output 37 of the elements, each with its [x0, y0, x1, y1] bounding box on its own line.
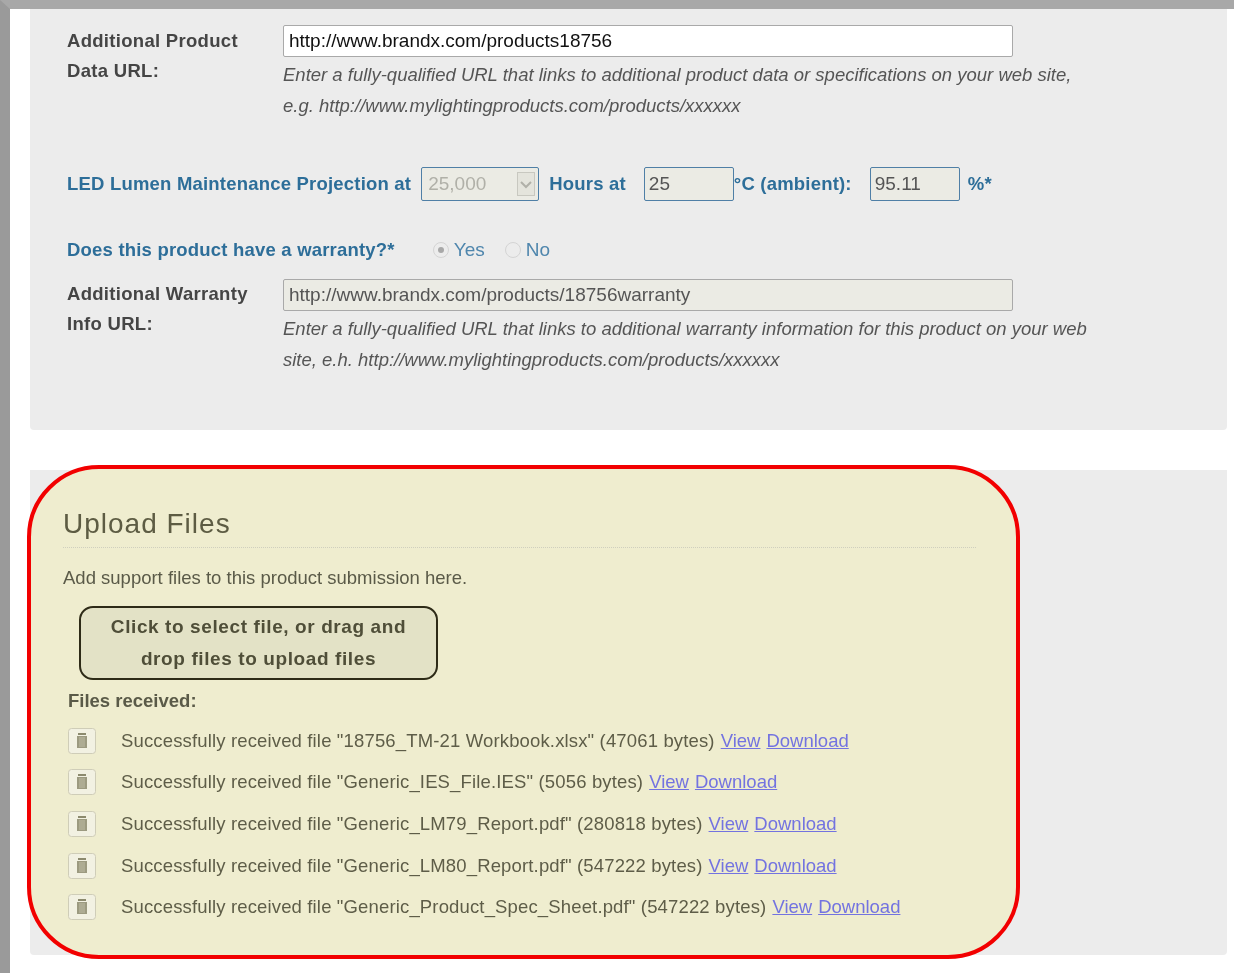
field-label: Additional Warranty Info URL:	[67, 282, 249, 336]
section-title: Upload Files	[63, 507, 231, 541]
trash-icon[interactable]	[68, 894, 96, 921]
file-status-text: Successfully received file "Generic_LM79_Report.pdf" (280818 bytes)	[121, 813, 703, 835]
trash-icon[interactable]	[68, 727, 96, 754]
file-link[interactable]: View	[708, 813, 749, 835]
field-label: %*	[967, 173, 992, 195]
file-link[interactable]: Download	[818, 896, 901, 919]
file-link[interactable]: Download	[694, 771, 778, 794]
files-heading: Files received:	[68, 690, 197, 712]
file-link[interactable]: Download	[754, 813, 837, 835]
file-status-text: Successfully received file "18756_TM-21 Workbook.xlsx" (47061 bytes)	[121, 729, 715, 752]
file-link[interactable]: View	[772, 896, 813, 919]
file-link[interactable]: View	[720, 729, 761, 752]
field-label: LED Lumen Maintenance Projection at	[67, 173, 412, 195]
file-link[interactable]: Download	[766, 729, 849, 752]
upload-button[interactable]: Click to select file, or drag and drop files to upload files	[79, 606, 438, 680]
help-text: site, e.h. http://www.mylightingproducts.com/products/xxxxxx	[283, 348, 780, 372]
file-status-text: Successfully received file "Generic_LM80_Report.pdf" (547222 bytes)	[121, 854, 703, 877]
chevron-down-icon	[517, 172, 536, 196]
intro-text: Add support files to this product submission here.	[63, 566, 468, 590]
url-field[interactable]: http://www.brandx.com/products18756	[283, 25, 1013, 57]
file-link[interactable]: View	[649, 771, 689, 794]
file-link[interactable]: Download	[754, 854, 837, 877]
field-label: °C (ambient):	[733, 173, 852, 195]
help-text: Enter a fully-qualified URL that links to additional product data or specifications on your web site,	[283, 63, 1072, 87]
field-label: Hours at	[549, 173, 626, 195]
warranty-question: Does this product have a warranty?*	[67, 239, 395, 261]
file-link[interactable]: View	[708, 854, 749, 877]
field-label: Additional Product Data URL:	[67, 29, 239, 83]
file-status-text: Successfully received file "Generic_IES_File.IES" (5056 bytes)	[121, 771, 644, 794]
file-status-text: Successfully received file "Generic_Product_Spec_Sheet.pdf" (547222 bytes)	[121, 896, 767, 919]
help-text: Enter a fully-qualified URL that links to additional warranty information for this product on your web	[283, 317, 1087, 341]
trash-icon[interactable]	[68, 769, 96, 796]
trash-icon[interactable]	[68, 811, 96, 837]
help-text: e.g. http://www.mylightingproducts.com/products/xxxxxx	[283, 94, 741, 118]
trash-icon[interactable]	[68, 852, 96, 879]
